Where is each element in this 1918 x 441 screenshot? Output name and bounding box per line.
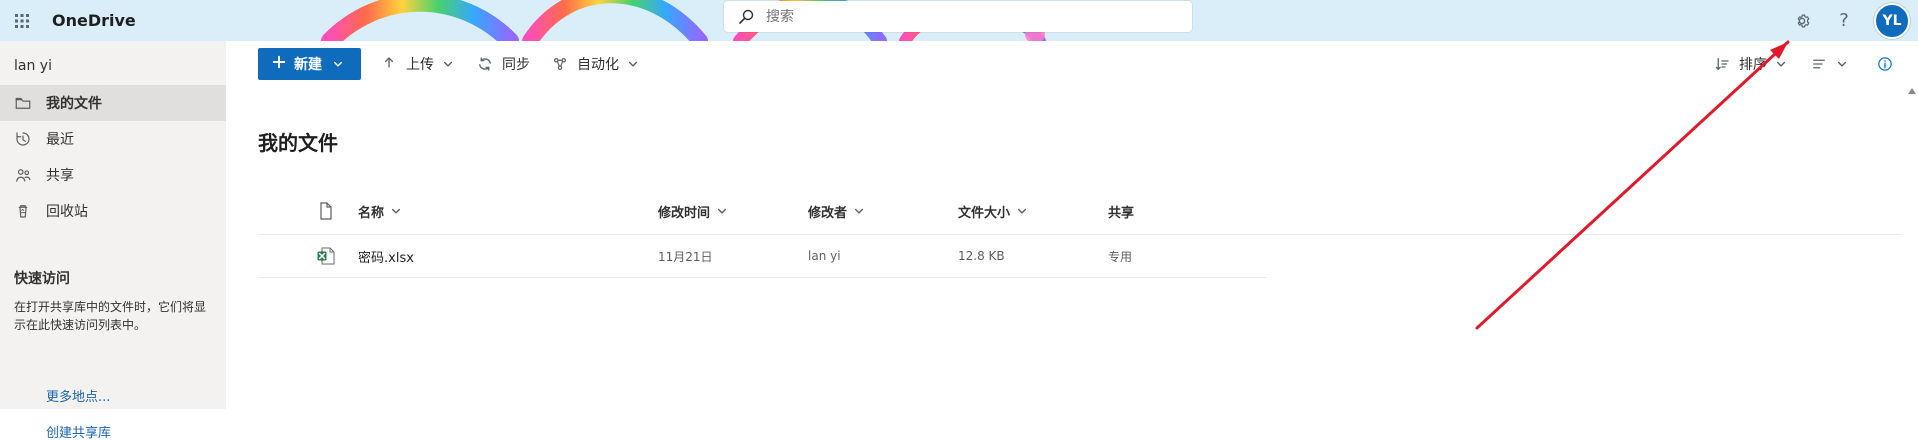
- app-title[interactable]: OneDrive: [52, 11, 136, 30]
- gear-icon: [1797, 14, 1810, 27]
- search-icon: [738, 9, 754, 25]
- name-column-header[interactable]: 名称: [358, 188, 402, 234]
- sharing-column-label: 共享: [1108, 205, 1135, 221]
- avatar-initials: YL: [1882, 12, 1902, 29]
- top-right-actions: ? YL: [1790, 0, 1918, 41]
- top-bar: OneDrive 搜索 ? YL: [0, 0, 1918, 41]
- page-title: 我的文件: [258, 131, 338, 155]
- main-content: 我的文件 名称 修改时间 修改者 文件大小 共享 密码.xlsx 11月21日 …: [226, 85, 1918, 409]
- modified-column-header[interactable]: 修改时间: [658, 188, 728, 234]
- sort-button[interactable]: 排序: [1713, 51, 1787, 77]
- modified-column-label: 修改时间: [658, 205, 711, 221]
- sidebar-item-shared[interactable]: 共享: [0, 157, 226, 193]
- sidebar-item-label: 我的文件: [46, 96, 102, 112]
- sidebar-item-recent[interactable]: 最近: [0, 121, 226, 157]
- automate-button[interactable]: 自动化: [551, 51, 639, 77]
- plus-icon: [272, 55, 286, 73]
- chevron-down-icon: [1836, 58, 1848, 70]
- recycle-bin-icon: [14, 202, 32, 220]
- new-button[interactable]: 新建: [258, 48, 361, 80]
- modified-by-column-header[interactable]: 修改者: [808, 188, 865, 234]
- help-icon: ?: [1839, 9, 1849, 31]
- chevron-down-icon: [1016, 205, 1028, 217]
- chevron-down-icon: [332, 58, 344, 70]
- upload-icon: [380, 55, 398, 73]
- sync-icon: [476, 55, 494, 73]
- sort-icon: [1713, 55, 1731, 73]
- file-modified-by: lan yi: [808, 249, 841, 263]
- file-icon: [318, 202, 334, 220]
- command-bar: 新建 上传 同步 自动化 排序: [226, 41, 1918, 86]
- sidebar-item-label: 共享: [46, 168, 74, 184]
- size-column-header[interactable]: 文件大小: [958, 188, 1028, 234]
- name-column-label: 名称: [358, 205, 385, 221]
- vertical-scrollbar[interactable]: [1908, 85, 1918, 409]
- file-type-column-header[interactable]: [318, 188, 334, 234]
- sync-button[interactable]: 同步: [476, 51, 530, 77]
- folder-icon: [14, 94, 32, 112]
- file-sharing: 专用: [1108, 249, 1133, 264]
- sort-label: 排序: [1739, 57, 1767, 73]
- chevron-down-icon: [716, 205, 728, 217]
- more-places-link[interactable]: 更多地点...: [46, 386, 110, 405]
- chevron-down-icon: [442, 58, 454, 70]
- new-button-label: 新建: [294, 57, 322, 73]
- waffle-icon: [15, 13, 29, 28]
- excel-file-icon: [316, 235, 336, 277]
- create-shared-library-link[interactable]: 创建共享库: [46, 422, 111, 441]
- files-table: 名称 修改时间 修改者 文件大小 共享 密码.xlsx 11月21日 lan y…: [258, 188, 1902, 278]
- app-launcher[interactable]: [2, 0, 42, 41]
- upload-button[interactable]: 上传: [380, 51, 454, 77]
- modified-by-column-label: 修改者: [808, 205, 848, 221]
- sidebar-item-recycle-bin[interactable]: 回收站: [0, 193, 226, 229]
- file-size: 12.8 KB: [958, 249, 1005, 263]
- size-column-label: 文件大小: [958, 205, 1011, 221]
- sidebar-item-my-files[interactable]: 我的文件: [0, 85, 226, 121]
- view-options-button[interactable]: [1810, 51, 1848, 77]
- details-pane-button[interactable]: [1876, 51, 1894, 77]
- chevron-down-icon: [390, 205, 402, 217]
- chevron-down-icon: [627, 58, 639, 70]
- history-icon: [14, 130, 32, 148]
- sync-label: 同步: [502, 57, 530, 73]
- people-icon: [14, 166, 32, 184]
- chevron-down-icon: [853, 205, 865, 217]
- list-view-icon: [1810, 55, 1828, 73]
- chevron-down-icon: [1775, 58, 1787, 70]
- search-input[interactable]: [764, 7, 1192, 26]
- help-button[interactable]: ?: [1832, 9, 1856, 33]
- quick-access-description: 在打开共享库中的文件时，它们将显示在此快速访问列表中。: [14, 300, 207, 332]
- file-name[interactable]: 密码.xlsx: [358, 235, 414, 277]
- scroll-up-arrow-icon[interactable]: [1908, 88, 1916, 94]
- sidebar-nav: 我的文件 最近 共享 回收站: [0, 85, 226, 229]
- account-avatar[interactable]: YL: [1874, 2, 1910, 39]
- info-icon: [1876, 55, 1894, 73]
- automation-icon: [551, 55, 569, 73]
- file-modified: 11月21日: [658, 249, 713, 264]
- table-row[interactable]: 密码.xlsx 11月21日 lan yi 12.8 KB 专用: [258, 235, 1267, 278]
- search-box[interactable]: [724, 1, 1192, 32]
- sharing-column-header[interactable]: 共享: [1108, 188, 1134, 234]
- automate-label: 自动化: [577, 57, 619, 73]
- sidebar-item-label: 回收站: [46, 204, 88, 220]
- sidebar-item-label: 最近: [46, 132, 74, 148]
- left-sidebar: lan yi 我的文件 最近 共享 回收站 快速访问 在打开共享库中的文件时，它…: [0, 41, 227, 441]
- upload-label: 上传: [406, 57, 434, 73]
- table-header: 名称 修改时间 修改者 文件大小 共享: [258, 188, 1902, 235]
- user-name: lan yi: [14, 58, 52, 74]
- quick-access-title: 快速访问: [14, 271, 70, 287]
- settings-button[interactable]: [1790, 9, 1814, 33]
